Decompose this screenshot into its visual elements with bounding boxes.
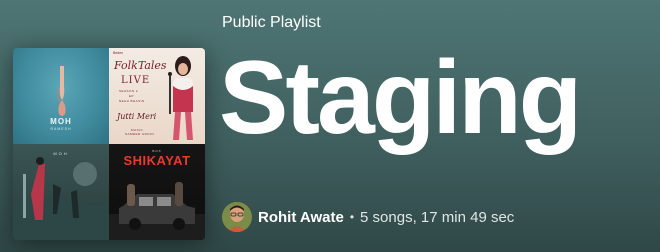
tile-title: SHIKAYAT — [123, 153, 191, 168]
playlist-stats: 5 songs, 17 min 49 sec — [360, 208, 515, 226]
hands-illustration — [57, 66, 66, 116]
playlist-cover[interactable]: MOH RAMESH Beden FolkTales LIVE SEASON 2… — [13, 48, 205, 240]
singer-illustration — [168, 56, 193, 140]
tile-corner-text: Beden — [113, 51, 124, 55]
tile-artist-line: NEHA BHASIN — [119, 99, 145, 103]
tile-script-title: FolkTales — [114, 59, 167, 72]
tile-live-label: LIVE — [121, 75, 151, 86]
owner-name-link[interactable]: Rohit Awate — [258, 209, 344, 226]
landscape-illustration — [13, 157, 109, 240]
owner-avatar[interactable] — [222, 202, 252, 232]
cover-tile-moh: MOH RAMESH — [13, 48, 109, 144]
cover-tile-landscape: MOH — [13, 144, 109, 240]
tile-title: MOH — [50, 117, 72, 126]
cover-tile-shikayat: BOX SHIKAYAT — [109, 144, 205, 240]
playlist-type-label: Public Playlist — [222, 14, 321, 31]
cover-tile-folktales: Beden FolkTales LIVE SEASON 2 EP NEHA BH… — [109, 48, 205, 144]
tile-subtitle: RAMESH — [50, 127, 72, 131]
tile-credit-line-2: SAMEER UDDIN — [125, 132, 155, 136]
meta-separator: • — [349, 210, 355, 224]
tile-ep-line: EP — [129, 94, 135, 98]
tile-season-line: SEASON 2 — [119, 89, 139, 93]
playlist-meta: Rohit Awate • 5 songs, 17 min 49 sec — [222, 201, 514, 233]
avatar-image — [222, 202, 252, 232]
tile-song-title: Jutti Meri — [117, 112, 157, 121]
playlist-title[interactable]: Staging — [219, 46, 582, 150]
tile-title: MOH — [53, 151, 69, 156]
